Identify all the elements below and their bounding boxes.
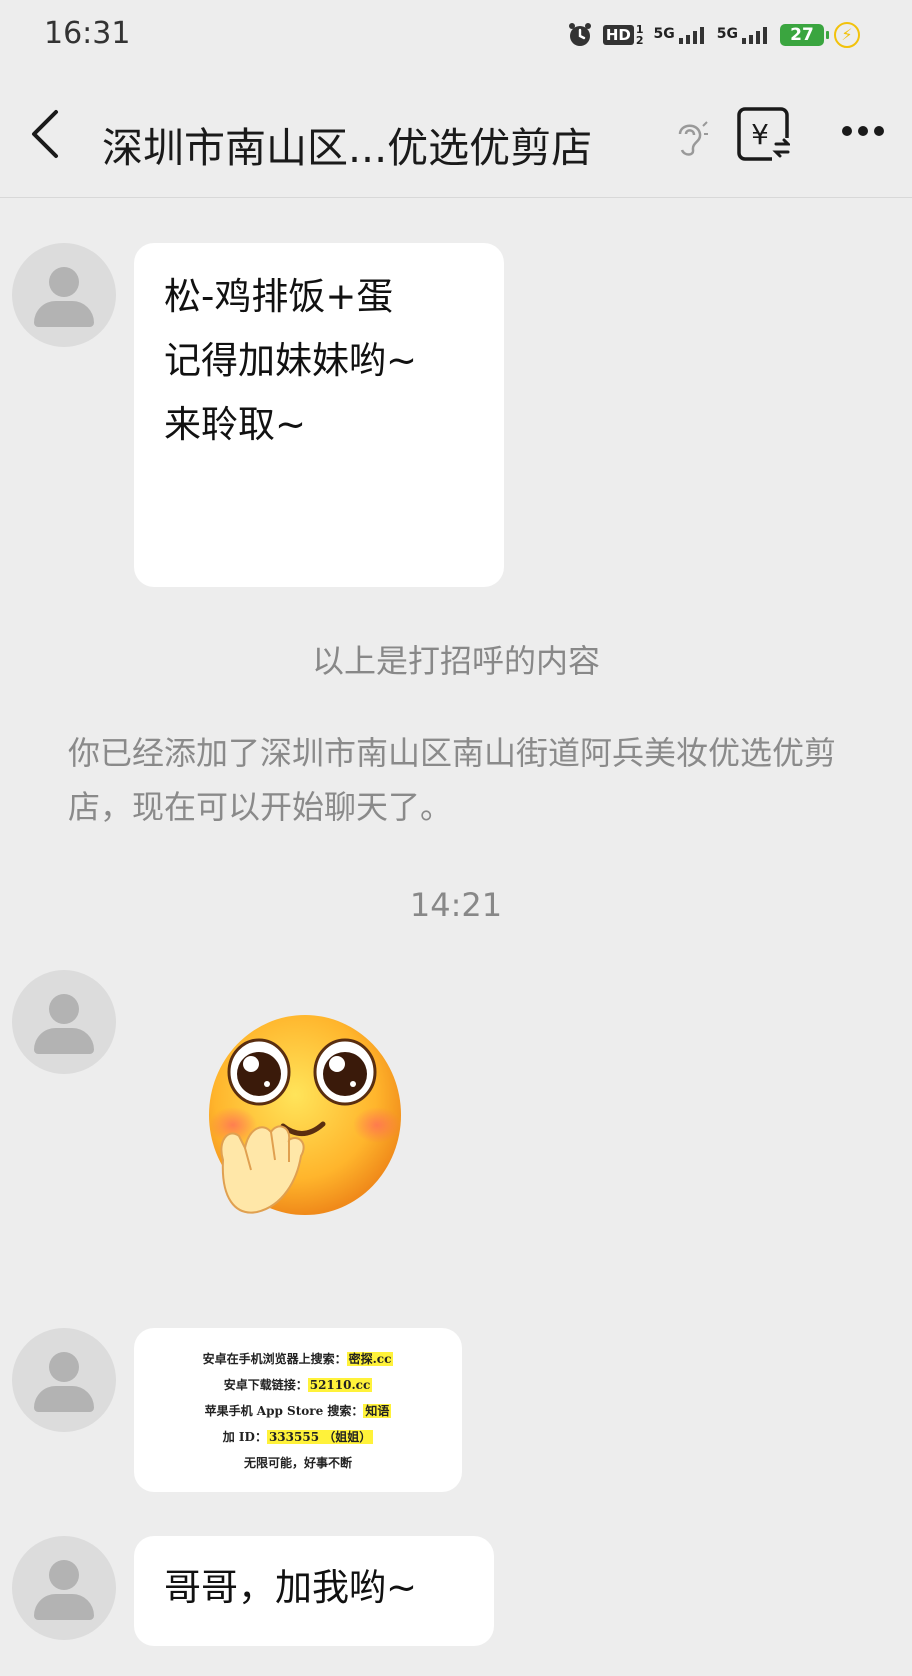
avatar[interactable] bbox=[12, 243, 116, 347]
image-line-text: 安卓下载链接： bbox=[223, 1378, 308, 1392]
status-time: 16:31 bbox=[44, 16, 131, 51]
hd-sim-indicator: 1 2 bbox=[636, 24, 644, 46]
message-line: 松-鸡排饭+蛋 bbox=[164, 275, 394, 318]
message-timestamp: 14:21 bbox=[409, 886, 503, 924]
chat-title: 深圳市南山区...优选优剪店 bbox=[102, 124, 593, 172]
money-transfer-icon[interactable]: ¥ bbox=[736, 106, 792, 162]
back-icon[interactable] bbox=[26, 108, 66, 160]
avatar[interactable] bbox=[12, 970, 116, 1074]
charging-bolt-icon: ⚡ bbox=[834, 22, 860, 48]
message-bubble-last[interactable]: 哥哥，加我哟~ bbox=[134, 1536, 494, 1646]
message-line: 记得加妹妹哟~ bbox=[164, 339, 418, 382]
image-line: 苹果手机 App Store 搜索： 知语 bbox=[134, 1402, 462, 1419]
message-text: 哥哥，加我哟~ bbox=[164, 1566, 418, 1609]
message-bubble-greeting[interactable]: 松-鸡排饭+蛋 记得加妹妹哟~ 来聆取~ bbox=[134, 243, 504, 587]
hd-sub-bottom: 2 bbox=[635, 34, 644, 47]
image-line-highlight: 密探.cc bbox=[346, 1352, 394, 1366]
avatar[interactable] bbox=[12, 1328, 116, 1432]
signal-icon: 5G bbox=[717, 26, 770, 44]
shy-face-emoji-icon bbox=[209, 1015, 401, 1215]
image-line-highlight: 333555 （姐姐） bbox=[266, 1430, 374, 1444]
money-symbol: ¥ bbox=[751, 118, 769, 151]
status-icons: HD 1 2 5G 5G 27 ⚡ bbox=[567, 20, 860, 50]
image-line-highlight: 52110.cc bbox=[307, 1378, 373, 1392]
image-line-text: 安卓在手机浏览器上搜索： bbox=[202, 1352, 347, 1366]
system-greeting-note: 以上是打招呼的内容 bbox=[311, 642, 600, 680]
alarm-icon bbox=[567, 22, 593, 48]
hd-voice-icon: HD 1 2 bbox=[602, 24, 644, 46]
status-bar: 16:31 HD 1 2 5G 5G 27 ⚡ bbox=[0, 0, 912, 70]
image-line: 加 ID： 333555 （姐姐） bbox=[134, 1428, 462, 1445]
avatar[interactable] bbox=[12, 1536, 116, 1640]
network-label: 5G bbox=[716, 26, 738, 42]
more-icon[interactable] bbox=[842, 126, 884, 136]
network-label: 5G bbox=[653, 26, 675, 42]
sticker-emoji[interactable] bbox=[205, 1010, 405, 1230]
ear-icon bbox=[672, 118, 708, 162]
battery-icon: 27 bbox=[780, 24, 829, 46]
chat-header: 深圳市南山区...优选优剪店 ¥ bbox=[0, 70, 912, 198]
image-line-text: 加 ID： bbox=[222, 1430, 267, 1444]
image-line: 无限可能，好事不断 bbox=[243, 1456, 352, 1470]
image-line: 安卓在手机浏览器上搜索： 密探.cc bbox=[134, 1350, 462, 1367]
signal-icon: 5G bbox=[654, 26, 707, 44]
hd-label: HD bbox=[602, 25, 634, 45]
image-line: 安卓下载链接： 52110.cc bbox=[134, 1376, 462, 1393]
image-line-text: 苹果手机 App Store 搜索： bbox=[204, 1404, 364, 1418]
message-line: 来聆取~ bbox=[164, 403, 307, 446]
system-added-notice: 你已经添加了深圳市南山区南山街道阿兵美妆优选优剪店，现在可以开始聊天了。 bbox=[68, 734, 837, 826]
image-line-highlight: 知语 bbox=[363, 1404, 392, 1418]
message-text: 松-鸡排饭+蛋 记得加妹妹哟~ 来聆取~ bbox=[134, 243, 504, 479]
image-message[interactable]: 安卓在手机浏览器上搜索： 密探.cc 安卓下载链接： 52110.cc 苹果手机 A… bbox=[134, 1328, 462, 1492]
